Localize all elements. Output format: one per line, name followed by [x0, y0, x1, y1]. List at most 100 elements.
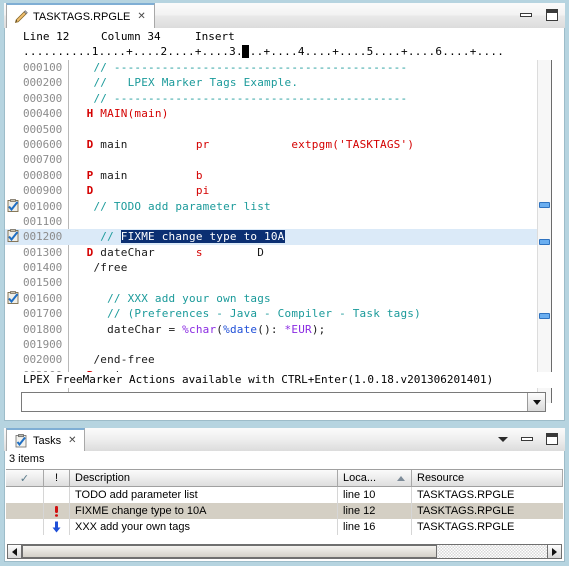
tasks-view-part: Tasks ✕ 3 items ✓ ! Description Loca... …	[4, 428, 565, 562]
code-line[interactable]: 000700	[5, 152, 564, 167]
line-sequence-number: 001400	[23, 261, 63, 275]
tasks-tab-row: Tasks ✕	[4, 428, 565, 451]
close-icon[interactable]: ✕	[68, 435, 76, 446]
code-line[interactable]: 000900 D pi	[5, 183, 564, 198]
code-area[interactable]: 000100 // ------------------------------…	[5, 60, 564, 403]
code-line[interactable]: 001700 // (Preferences - Java - Compiler…	[5, 306, 564, 321]
ruler-cursor-marker	[241, 45, 249, 58]
code-line[interactable]: 000100 // ------------------------------…	[5, 60, 564, 75]
line-sequence-number: 000300	[23, 91, 63, 105]
editor-vertical-scrollbar[interactable]	[551, 60, 564, 403]
cell-completed[interactable]	[6, 519, 44, 535]
code-line[interactable]: 000800 P main b	[5, 168, 564, 183]
line-sequence-number: 000800	[23, 168, 63, 182]
low-priority-icon	[52, 521, 61, 533]
code-line[interactable]: 001000 // TODO add parameter list	[5, 198, 564, 214]
cell-description: FIXME change type to 10A	[70, 503, 338, 519]
code-line[interactable]: 001900	[5, 337, 564, 352]
code-line[interactable]: 000200 // LPEX Marker Tags Example.	[5, 75, 564, 90]
code-line-text: // XXX add your own tags	[73, 291, 271, 305]
code-line[interactable]: 001200 // FIXME change type to 10A	[5, 229, 564, 245]
lpex-command-combo[interactable]	[21, 392, 546, 412]
code-line-text: // -------------------------------------…	[73, 91, 408, 105]
view-menu-icon[interactable]	[497, 433, 509, 445]
table-row[interactable]: FIXME change type to 10A line 12 TASKTAGS.…	[6, 503, 563, 519]
code-line-text: // -------------------------------------…	[73, 61, 408, 74]
overview-marker[interactable]	[539, 313, 550, 319]
line-sequence-number: 001200	[23, 230, 63, 244]
lpex-message-line: LPEX FreeMarker Actions available with C…	[5, 372, 564, 388]
scroll-track[interactable]	[22, 544, 547, 559]
scroll-right-button[interactable]	[547, 544, 562, 559]
column-header-description[interactable]: Description	[70, 470, 338, 487]
high-priority-icon	[55, 506, 58, 517]
code-line-text: D main pr extpgm('TASKTAGS')	[73, 137, 415, 151]
code-line[interactable]: 002000 /end-free	[5, 352, 564, 367]
code-line[interactable]: 001500	[5, 275, 564, 290]
task-marker-icon[interactable]	[6, 229, 21, 243]
close-icon[interactable]: ✕	[137, 11, 145, 22]
minimize-icon[interactable]	[520, 432, 534, 446]
code-line-text: // LPEX Marker Tags Example.	[73, 76, 299, 90]
overview-ruler[interactable]	[537, 60, 552, 403]
editor-tab-tasktags[interactable]: TASKTAGS.RPGLE ✕	[6, 3, 155, 28]
column-header-resource[interactable]: Resource	[412, 470, 563, 487]
code-line[interactable]: 001800 dateChar = %char(%date(): *EUR);	[5, 322, 564, 337]
task-marker-icon[interactable]	[6, 198, 21, 213]
code-line-text: // (Preferences - Java - Compiler - Task…	[73, 307, 421, 321]
code-line[interactable]: 000600 D main pr extpgm('TASKTAGS')	[5, 137, 564, 152]
line-sequence-number: 001300	[23, 245, 63, 259]
code-line[interactable]: 001100	[5, 214, 564, 229]
tasks-horizontal-scrollbar[interactable]	[7, 544, 562, 559]
maximize-icon[interactable]	[545, 432, 559, 446]
column-header-description-label: Description	[75, 472, 131, 484]
tasks-table-header: ✓ ! Description Loca... Resource	[6, 470, 563, 487]
cell-location: line 10	[338, 487, 412, 503]
status-insert-mode: Insert	[195, 30, 235, 43]
line-sequence-number: 001000	[23, 199, 63, 213]
cell-priority	[44, 503, 70, 519]
scroll-thumb[interactable]	[22, 545, 437, 558]
code-line[interactable]: 000500	[5, 122, 564, 137]
column-header-priority[interactable]: !	[44, 470, 70, 487]
column-header-location[interactable]: Loca...	[338, 470, 412, 487]
code-line-text: // TODO add parameter list	[73, 199, 271, 213]
code-line[interactable]: 001400 /free	[5, 260, 564, 275]
column-header-completed[interactable]: ✓	[6, 470, 44, 487]
tasks-table: ✓ ! Description Loca... Resource TODO ad…	[6, 469, 563, 535]
code-line[interactable]: 000400 H MAIN(main)	[5, 106, 564, 121]
workbench-window: TASKTAGS.RPGLE ✕ Line 12 Column 34 Inser…	[0, 0, 569, 566]
tab-tasks[interactable]: Tasks ✕	[6, 428, 85, 451]
chevron-down-icon[interactable]	[527, 393, 545, 411]
line-sequence-number: 001800	[23, 322, 63, 336]
code-line-text: H MAIN(main)	[73, 107, 169, 121]
code-line-text: // FIXME change type to 10A	[73, 230, 285, 244]
lpex-command-input[interactable]	[22, 393, 527, 411]
code-line[interactable]: 000300 // ------------------------------…	[5, 91, 564, 106]
task-marker-icon[interactable]	[6, 291, 21, 305]
cell-completed[interactable]	[6, 487, 44, 503]
line-sequence-number: 001100	[23, 214, 63, 228]
checkmark-icon: ✓	[19, 472, 30, 485]
tasks-clipboard-icon	[14, 433, 28, 448]
code-line-text: dateChar = %char(%date(): *EUR);	[73, 322, 326, 336]
scroll-left-button[interactable]	[7, 544, 22, 559]
status-column-number: Column 34	[101, 30, 161, 43]
maximize-icon[interactable]	[545, 8, 559, 22]
minimize-icon[interactable]	[519, 8, 533, 22]
overview-marker[interactable]	[539, 239, 550, 245]
code-line[interactable]: 001300 D dateChar s D	[5, 245, 564, 260]
table-row[interactable]: XXX add your own tags line 16 TASKTAGS.RPG…	[6, 519, 563, 535]
tasks-view-body: 3 items ✓ ! Description Loca... Resource…	[4, 451, 565, 562]
overview-marker[interactable]	[539, 202, 550, 208]
column-header-priority-label: !	[54, 472, 59, 484]
editor-status-line: Line 12 Column 34 Insert	[5, 28, 564, 45]
cell-completed[interactable]	[6, 503, 44, 519]
column-ruler: ..........1....+....2....+....3....+....…	[5, 45, 564, 60]
code-line[interactable]: 001600 // XXX add your own tags	[5, 291, 564, 306]
column-header-location-label: Loca...	[343, 472, 377, 484]
table-row[interactable]: TODO add parameter list line 10 TASKTAGS.R…	[6, 487, 563, 503]
cell-resource: TASKTAGS.RPGLE	[417, 489, 515, 501]
lpex-editor: Line 12 Column 34 Insert ..........1....…	[4, 28, 565, 421]
line-sequence-number: 001600	[23, 291, 63, 305]
